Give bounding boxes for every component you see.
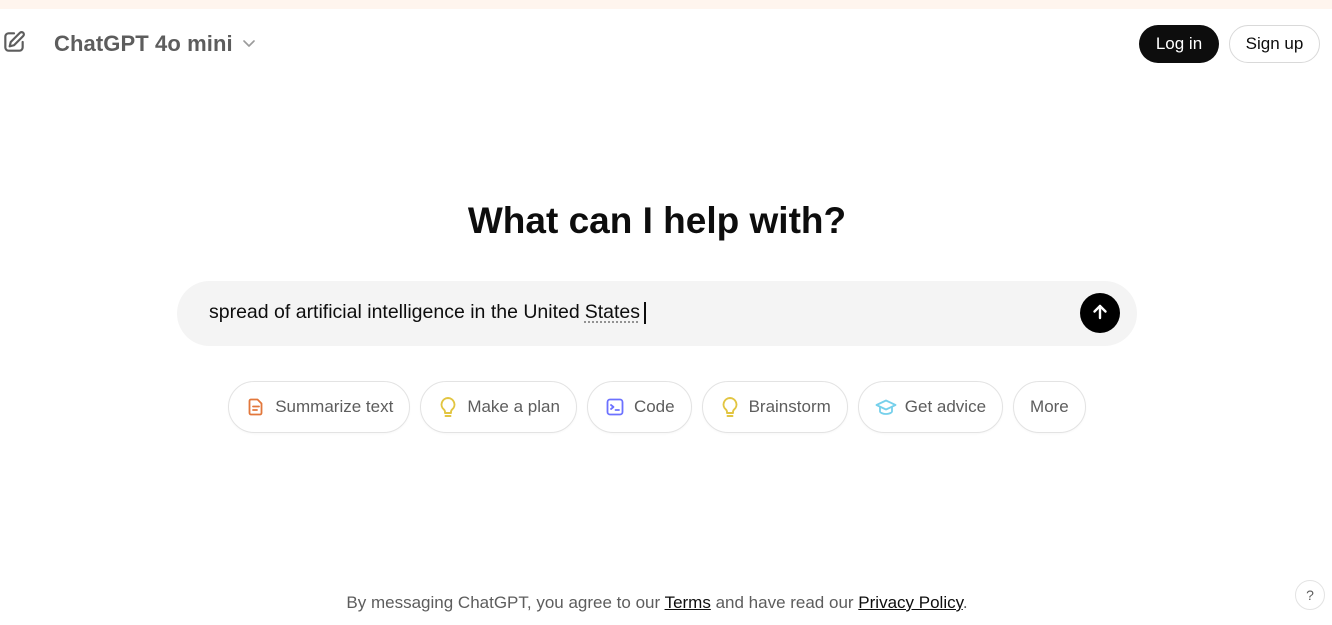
chip-label: Summarize text — [275, 397, 394, 416]
document-icon — [245, 396, 267, 418]
chip-make-a-plan[interactable]: Make a plan — [420, 381, 577, 433]
new-chat-button[interactable] — [0, 30, 28, 58]
chip-code[interactable]: Code — [586, 381, 692, 433]
message-input[interactable]: spread of artificial intelligence in the… — [209, 301, 646, 324]
suggestion-chips: Summarize text Make a plan Code Brainsto… — [0, 381, 1314, 433]
chip-label: Make a plan — [467, 397, 560, 416]
footer-prefix: By messaging ChatGPT, you agree to our — [346, 593, 665, 612]
spellcheck-flagged-word[interactable]: States — [585, 301, 640, 324]
footer-disclaimer: By messaging ChatGPT, you agree to our T… — [0, 593, 1314, 613]
chip-label: Get advice — [904, 397, 987, 416]
signup-button[interactable]: Sign up — [1229, 25, 1320, 63]
terminal-icon — [604, 396, 626, 418]
chip-brainstorm[interactable]: Brainstorm — [701, 381, 848, 433]
lightbulb-icon — [437, 396, 459, 418]
edit-pencil-icon — [1, 29, 27, 60]
message-composer[interactable]: spread of artificial intelligence in the… — [177, 281, 1137, 346]
footer-middle: and have read our — [710, 593, 859, 612]
header: ChatGPT 4o mini Log in Sign up — [0, 9, 1332, 79]
chip-get-advice[interactable]: Get advice — [857, 381, 1004, 433]
chevron-down-icon — [241, 35, 257, 56]
chip-more[interactable]: More — [1013, 381, 1086, 433]
top-banner-strip — [0, 0, 1332, 9]
footer-suffix: . — [962, 593, 968, 612]
chip-label: Brainstorm — [748, 397, 831, 416]
chip-label: Code — [633, 397, 675, 416]
login-button[interactable]: Log in — [1139, 25, 1219, 63]
lightbulb-icon — [719, 396, 741, 418]
page-title: What can I help with? — [467, 200, 847, 241]
model-name: ChatGPT 4o mini — [54, 31, 233, 56]
chip-summarize-text[interactable]: Summarize text — [228, 381, 411, 433]
chip-label: More — [1030, 397, 1069, 416]
text-caret — [644, 301, 646, 324]
graduation-cap-icon — [875, 396, 897, 418]
privacy-policy-link[interactable]: Privacy Policy — [858, 593, 963, 612]
model-selector[interactable]: ChatGPT 4o mini — [54, 31, 257, 57]
terms-link[interactable]: Terms — [665, 593, 711, 612]
arrow-up-icon — [1090, 302, 1110, 325]
message-input-text: spread of artificial intelligence in the… — [209, 301, 580, 323]
help-button[interactable]: ? — [1295, 580, 1325, 610]
send-button[interactable] — [1080, 293, 1120, 333]
